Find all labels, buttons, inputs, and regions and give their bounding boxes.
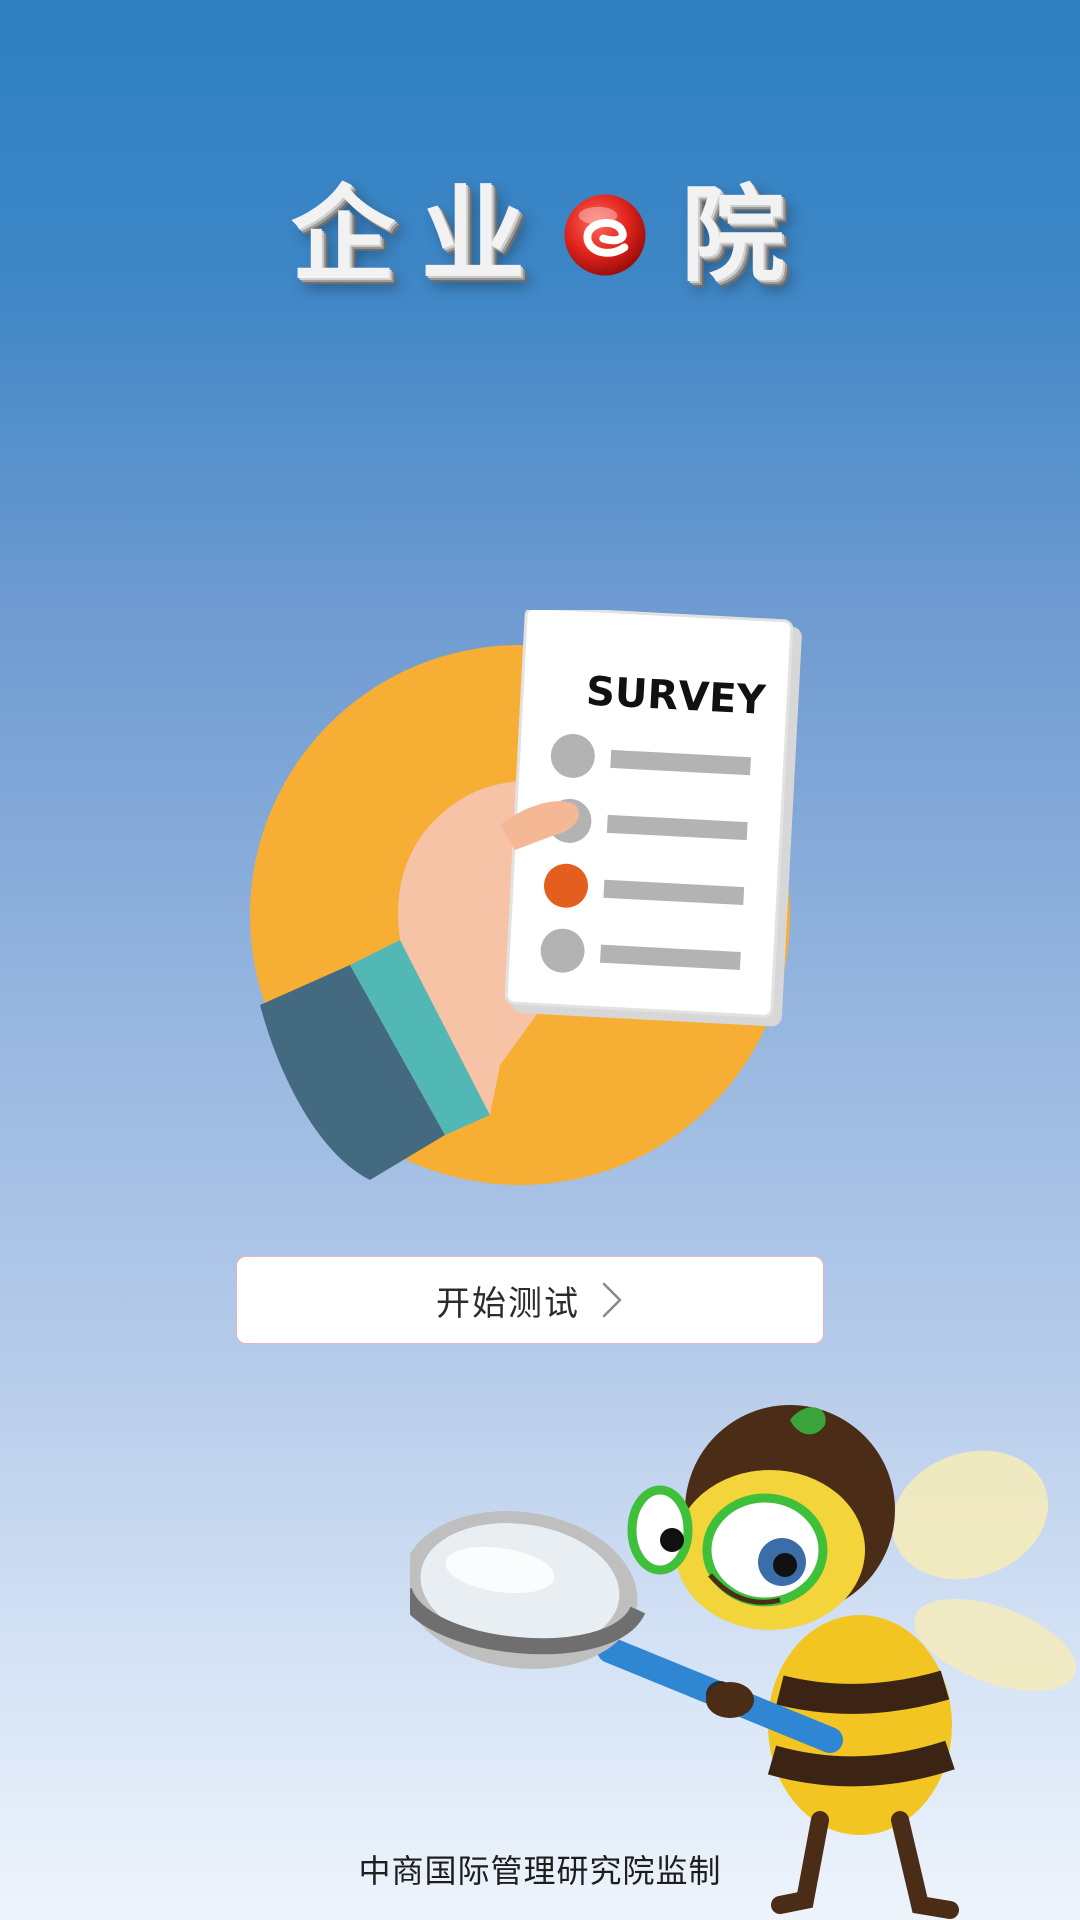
survey-heading: SURVEY xyxy=(585,669,768,724)
start-test-button[interactable]: 开始测试 xyxy=(236,1256,824,1344)
start-test-label: 开始测试 xyxy=(436,1283,580,1324)
survey-illustration: SURVEY xyxy=(250,610,802,1185)
e-logo-icon xyxy=(564,194,646,276)
title-char-1: 企 xyxy=(290,173,399,296)
bee-magnifier-mascot-icon xyxy=(410,1405,1076,1919)
chevron-right-icon xyxy=(602,1282,622,1318)
app-title: 企 业 院 xyxy=(0,175,1080,295)
title-char-2: 业 xyxy=(420,173,529,296)
footer-text: 中商国际管理研究院监制 xyxy=(358,1852,722,1890)
title-char-3: 院 xyxy=(681,173,790,296)
